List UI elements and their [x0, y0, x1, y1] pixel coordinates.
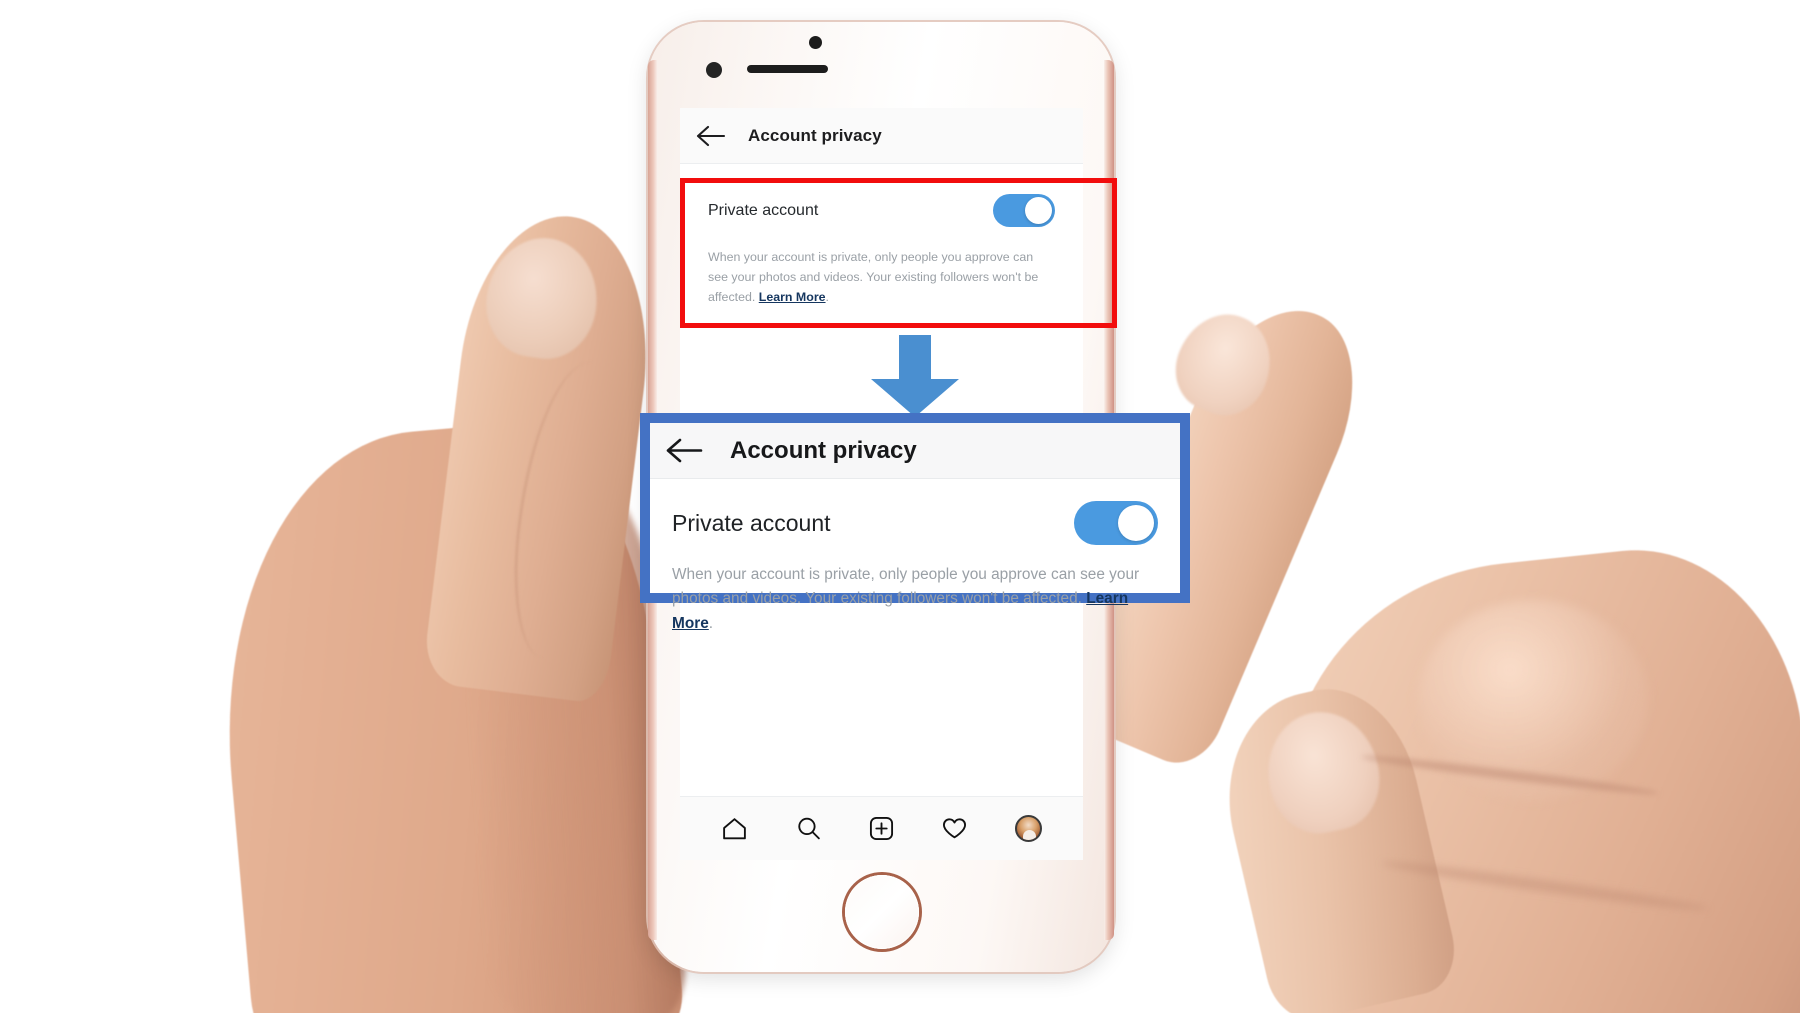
phone-home-button[interactable]	[845, 875, 919, 949]
arrow-left-icon[interactable]	[696, 125, 726, 147]
callout-page-title: Account privacy	[730, 436, 917, 464]
phone-proximity-sensor	[706, 62, 722, 78]
callout-private-account-row[interactable]: Private account	[650, 479, 1180, 545]
blue-callout-panel: Account privacy Private account When you…	[640, 413, 1190, 632]
callout-header: Account privacy	[650, 423, 1180, 479]
home-icon[interactable]	[721, 815, 748, 842]
phone-front-camera	[809, 36, 822, 49]
callout-private-account-description: When your account is private, only peopl…	[650, 545, 1180, 636]
profile-avatar[interactable]	[1014, 815, 1042, 842]
down-arrow-icon	[855, 335, 975, 417]
add-post-icon[interactable]	[868, 815, 895, 842]
callout-private-account-label: Private account	[672, 509, 831, 536]
callout-toggle-knob	[1118, 505, 1154, 541]
arrow-left-icon[interactable]	[666, 437, 704, 464]
callout-description-period: .	[708, 614, 714, 632]
heart-icon[interactable]	[941, 815, 968, 842]
screen-header: Account privacy	[680, 108, 1083, 164]
red-highlight-box	[680, 178, 1117, 328]
callout-description-text: When your account is private, only peopl…	[672, 566, 1140, 608]
callout-private-account-toggle[interactable]	[1074, 501, 1158, 545]
search-icon[interactable]	[795, 815, 822, 842]
bottom-navigation-bar	[680, 796, 1083, 860]
screenshot-root: Account privacy Private account When you…	[0, 0, 1800, 1013]
page-title: Account privacy	[748, 125, 882, 145]
phone-earpiece-speaker	[747, 65, 828, 73]
